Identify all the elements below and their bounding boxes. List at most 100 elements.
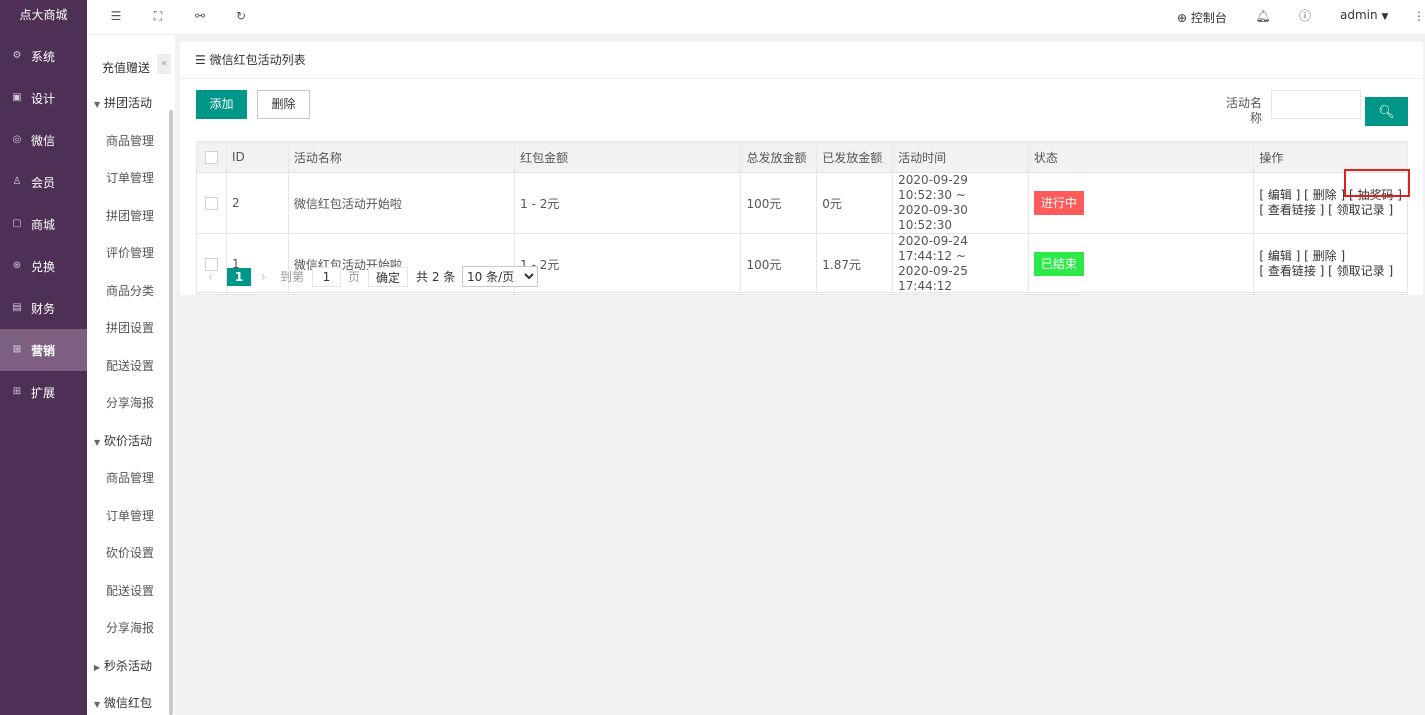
- submenu-item[interactable]: 分享海报: [87, 610, 169, 647]
- gift-icon: ⊞: [12, 344, 22, 355]
- cell-id: 2: [225, 172, 289, 234]
- select-all-checkbox[interactable]: [204, 151, 218, 164]
- user-name: admin: [1340, 8, 1378, 22]
- search-input[interactable]: [1271, 90, 1361, 119]
- submenu-group-label: 秒杀活动: [104, 658, 153, 673]
- bell-icon[interactable]: 🔔︎: [1255, 8, 1271, 24]
- submenu-item[interactable]: 订单管理: [87, 160, 169, 197]
- edit-link[interactable]: [ 编辑 ]: [1259, 188, 1300, 202]
- page-unit-label: 页: [348, 270, 361, 284]
- apps-icon: ⊞: [12, 386, 22, 397]
- add-button[interactable]: 添加: [196, 90, 247, 119]
- row-select-cell: [196, 172, 227, 234]
- prev-page-icon[interactable]: ‹: [208, 268, 213, 286]
- col-time: 活动时间: [892, 141, 1029, 173]
- goto-page-input[interactable]: [312, 267, 341, 287]
- top-bar: ☰ ⛶ ⚯ ↻ ⊕ 控制台 🔔︎ ⓘ admin ▼ ⋮: [87, 0, 1425, 35]
- time-start: 2020-09-29 10:52:30 ~: [898, 173, 968, 202]
- console-link[interactable]: ⊕ 控制台: [1177, 9, 1227, 26]
- more-vertical-icon[interactable]: ⋮: [1413, 8, 1425, 24]
- wechat-icon: ◎: [12, 134, 22, 145]
- nav-item-8[interactable]: ⊞ 扩展: [0, 371, 87, 413]
- console-label: 控制台: [1190, 11, 1227, 25]
- cell-issued: 0元: [816, 172, 894, 234]
- caret-down-icon: ▼: [94, 437, 101, 447]
- fullscreen-icon[interactable]: ⛶: [150, 8, 166, 24]
- status-badge: 进行中: [1033, 191, 1084, 215]
- nav-item-1[interactable]: ▣ 设计: [0, 77, 87, 119]
- submenu-item[interactable]: 拼团管理: [87, 198, 169, 235]
- view-link-link[interactable]: [ 查看链接 ]: [1259, 203, 1324, 217]
- receive-records-link[interactable]: [ 领取记录 ]: [1328, 203, 1393, 217]
- search-label: 活动名称: [1225, 96, 1262, 125]
- submenu-item[interactable]: 商品分类: [87, 273, 169, 310]
- goto-label: 到第: [280, 270, 305, 284]
- cell-name: 微信红包活动开始啦: [287, 172, 516, 234]
- col-name: 活动名称: [287, 141, 516, 173]
- submenu-group-label: 拼团活动: [104, 96, 153, 110]
- nav-item-3[interactable]: ♙ 会员: [0, 161, 87, 203]
- user-icon: ♙: [12, 176, 22, 187]
- search-icon: 🔍︎: [1378, 104, 1395, 119]
- caret-down-icon: ▼: [94, 700, 101, 709]
- finance-icon: ▤: [12, 302, 22, 313]
- cell-amount: 1 - 2元: [514, 172, 742, 234]
- link-icon[interactable]: ⚯: [192, 8, 208, 24]
- submenu-item[interactable]: 订单管理: [87, 498, 169, 535]
- caret-down-icon: ▼: [94, 100, 101, 109]
- nav-item-6[interactable]: ▤ 财务: [0, 287, 87, 329]
- collapse-menu-button[interactable]: «: [157, 54, 171, 74]
- nav-list: ⚙ 系统 ▣ 设计 ◎ 微信 ♙ 会员 ▢ 商城 ⊛ 兑换 ▤ 财务 ⊞ 营销 ⊞ 扩展: [0, 35, 87, 413]
- goto-confirm-button[interactable]: 确定: [368, 267, 408, 287]
- nav-item-label: 扩展: [31, 385, 56, 400]
- pagination: ‹ 1 › 到第 页 确定 共 2 条 10 条/页: [196, 261, 1408, 293]
- submenu-item[interactable]: 商品管理: [87, 123, 169, 160]
- submenu-item[interactable]: 分享海报: [87, 385, 169, 422]
- cell-time: 2020-09-29 10:52:30 ~ 2020-09-30 10:52:3…: [892, 172, 1029, 234]
- nav-item-label: 设计: [31, 91, 56, 106]
- submenu-item[interactable]: 拼团设置: [87, 310, 169, 347]
- submenu-group[interactable]: ▶ 秒杀活动: [87, 648, 169, 685]
- cell-actions: [ 编辑 ] [ 删除 ] [ 抽奖码 ] [ 查看链接 ] [ 领取记录 ]: [1253, 172, 1408, 234]
- help-icon[interactable]: ⓘ: [1297, 8, 1313, 24]
- nav-item-4[interactable]: ▢ 商城: [0, 203, 87, 245]
- ops-line-2: [ 查看链接 ] [ 领取记录 ]: [1259, 203, 1402, 218]
- col-id: ID: [225, 141, 289, 173]
- total-count: 共 2 条: [416, 270, 456, 284]
- submenu-item[interactable]: 砍价设置: [87, 535, 169, 572]
- nav-item-5[interactable]: ⊛ 兑换: [0, 245, 87, 287]
- page-size-select[interactable]: 10 条/页: [462, 266, 538, 287]
- submenu-group[interactable]: ▼ 微信红包: [87, 685, 169, 715]
- design-icon: ▣: [12, 92, 22, 103]
- current-page[interactable]: 1: [227, 268, 251, 286]
- next-page-icon[interactable]: ›: [261, 268, 266, 286]
- submenu-scrollbar[interactable]: [169, 110, 173, 715]
- col-actions: 操作: [1253, 141, 1408, 173]
- nav-item-7[interactable]: ⊞ 营销: [0, 329, 87, 371]
- search-button[interactable]: 🔍︎: [1365, 97, 1408, 126]
- nav-item-label: 营销: [31, 343, 56, 358]
- submenu-group[interactable]: ▼ 拼团活动: [87, 85, 169, 122]
- sub-menu: 充值赠送 ▼ 拼团活动 商品管理 订单管理 拼团管理 评价管理 商品分类 拼团设置 配送设置 分享…: [87, 35, 175, 715]
- menu-toggle-icon[interactable]: ☰: [108, 8, 124, 24]
- time-end: 2020-09-30 10:52:30: [898, 203, 968, 232]
- delete-button[interactable]: 删除: [257, 90, 310, 119]
- time-start: 2020-09-24 17:44:12 ~: [898, 234, 968, 263]
- nav-item-0[interactable]: ⚙ 系统: [0, 35, 87, 77]
- lottery-code-link[interactable]: [ 抽奖码 ]: [1349, 188, 1402, 202]
- nav-item-label: 系统: [31, 49, 56, 64]
- shop-icon: ▢: [12, 218, 22, 229]
- submenu-group[interactable]: ▼ 砍价活动: [87, 423, 169, 460]
- delete-link[interactable]: [ 删除 ]: [1304, 188, 1345, 202]
- col-amount: 红包金额: [514, 141, 742, 173]
- submenu-item[interactable]: 商品管理: [87, 460, 169, 497]
- submenu-item[interactable]: 配送设置: [87, 573, 169, 610]
- nav-item-label: 会员: [31, 175, 56, 190]
- nav-item-2[interactable]: ◎ 微信: [0, 119, 87, 161]
- user-menu[interactable]: admin ▼: [1340, 8, 1388, 22]
- submenu-item[interactable]: 评价管理: [87, 235, 169, 272]
- refresh-icon[interactable]: ↻: [233, 8, 249, 24]
- globe-icon: ⊕: [1177, 11, 1188, 25]
- submenu-item[interactable]: 配送设置: [87, 348, 169, 385]
- row-checkbox[interactable]: [204, 197, 218, 210]
